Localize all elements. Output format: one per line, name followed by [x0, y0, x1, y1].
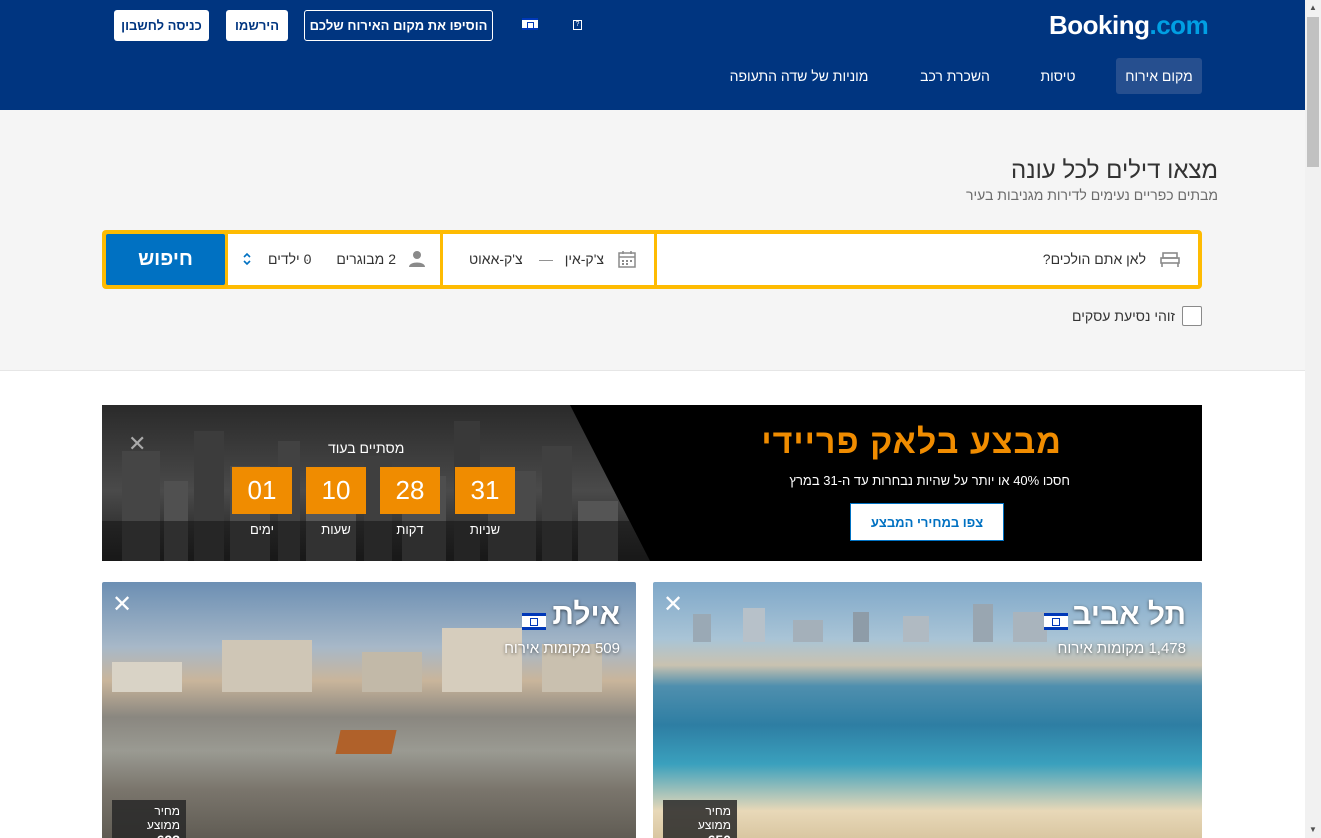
countdown-days-label: ימים [250, 522, 274, 537]
view-deal-prices-button[interactable]: צפו במחירי המבצע [850, 503, 1004, 541]
page-title: מצאו דילים לכל עונה [1011, 157, 1218, 184]
destination-placeholder: לאן אתם הולכים? [1042, 251, 1146, 267]
bed-icon [1160, 252, 1180, 267]
average-price-value: 623 [118, 832, 180, 838]
countdown-seconds-label: שניות [469, 522, 501, 537]
card-close-icon[interactable]: ✕ [663, 590, 683, 619]
scroll-up-arrow-icon[interactable]: ▲ [1305, 0, 1321, 16]
countdown-minutes-label: דקות [396, 522, 424, 537]
city-name: תל אביב [1072, 598, 1186, 631]
nav-car-rental[interactable]: השכרת רכב [908, 58, 1002, 94]
average-price-value: 650 [669, 832, 731, 838]
card-close-icon[interactable]: ✕ [112, 590, 132, 619]
city-card-eilat[interactable]: ✕ אילת 509 מקומות אירוח מחיר ממוצע 623 [102, 582, 636, 838]
hotels-image [102, 622, 636, 692]
average-price-label: מחיר ממוצע [146, 804, 180, 832]
help-icon[interactable]: ? [573, 20, 582, 30]
nav-accommodation[interactable]: מקום אירוח [1116, 58, 1202, 94]
deal-banner: ✕ מסתיים בעוד 01 10 28 31 ימים שעות דקות… [102, 405, 1202, 561]
countdown-seconds: 31 [455, 467, 515, 514]
dates-field[interactable]: צ'ק-אין — צ'ק-אאוט [443, 234, 654, 285]
adults-count: 2 מבוגרים [336, 251, 396, 267]
nav-flights[interactable]: טיסות [1030, 58, 1086, 94]
business-travel-checkbox[interactable] [1182, 306, 1202, 326]
israel-flag-icon [1044, 613, 1068, 630]
search-button[interactable]: חיפוש [106, 234, 225, 285]
language-flag-icon[interactable] [522, 18, 538, 30]
destination-field[interactable]: לאן אתם הולכים? [657, 234, 1198, 285]
city-card-tel-aviv[interactable]: ✕ תל אביב 1,478 מקומות אירוח מחיר ממוצע … [653, 582, 1202, 838]
countdown-days: 01 [232, 467, 292, 514]
booking-logo[interactable]: Booking.com [1049, 10, 1209, 41]
children-count: 0 ילדים [268, 251, 312, 267]
bench-image [335, 730, 397, 754]
guests-field[interactable]: 2 מבוגרים · 0 ילדים [228, 234, 440, 285]
countdown-hours-label: שעות [321, 522, 351, 537]
property-count: 509 מקומות אירוח [504, 640, 620, 657]
signin-button[interactable]: כניסה לחשבון [114, 10, 209, 41]
person-icon [409, 251, 425, 267]
countdown-minutes: 28 [380, 467, 440, 514]
scroll-down-arrow-icon[interactable]: ▼ [1305, 822, 1321, 838]
checkin-label: צ'ק-אין [564, 251, 604, 267]
countdown-hours: 10 [306, 467, 366, 514]
chevron-updown-icon [243, 252, 251, 266]
average-price-badge: מחיר ממוצע 650 [663, 800, 737, 838]
business-travel-label[interactable]: זוהי נסיעת עסקים [1072, 308, 1175, 324]
average-price-badge: מחיר ממוצע 623 [112, 800, 186, 838]
checkout-label: צ'ק-אאוט [469, 251, 523, 267]
top-header: Booking.com כניסה לחשבון הירשמו הוסיפו א… [0, 0, 1305, 110]
calendar-icon [618, 251, 636, 268]
banner-close-icon[interactable]: ✕ [128, 431, 146, 457]
date-dash: — [539, 251, 553, 267]
deal-title: מבצע בלאק פריידי [761, 423, 1062, 461]
nav-airport-taxis[interactable]: מוניות של שדה התעופה [718, 58, 880, 94]
list-property-button[interactable]: הוסיפו את מקום האירוח שלכם [304, 10, 493, 41]
page-subtitle: מבתים כפריים נעימים לדירות מגניבות בעיר [966, 187, 1218, 203]
search-bar: לאן אתם הולכים? צ'ק-אין — צ'ק-אאוט 2 מבו… [102, 230, 1202, 289]
city-name: אילת [552, 598, 620, 631]
scrollbar-thumb[interactable] [1307, 17, 1319, 167]
countdown-ends-label: מסתיים בעוד [328, 440, 405, 456]
deal-subtitle: חסכו 40% או יותר על שהיות נבחרות עד ה-31… [789, 473, 1070, 488]
register-button[interactable]: הירשמו [226, 10, 288, 41]
property-count: 1,478 מקומות אירוח [1057, 640, 1186, 657]
average-price-label: מחיר ממוצע [697, 804, 731, 832]
israel-flag-icon [522, 613, 546, 630]
